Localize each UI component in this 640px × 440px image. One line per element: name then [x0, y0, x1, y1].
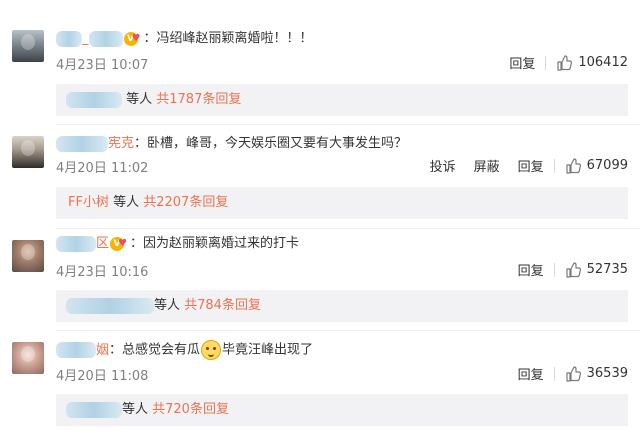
comment-item: 姻：总感觉会有瓜 毕竟汪峰出现了 4月20日 11:08 回复 36539 等人 … [0, 330, 640, 440]
comment-time: 4月23日 10:16 [56, 265, 149, 280]
divider [545, 55, 547, 70]
blurred-username [66, 297, 154, 314]
comment-text: 卧槽，峰哥，今天娱乐圈又要有大事发生吗？ [147, 136, 408, 151]
username[interactable]: 姻 [56, 342, 109, 358]
reply-username[interactable]: FF小树 [68, 195, 109, 210]
thumbs-up-icon [566, 365, 581, 382]
comment-text-continued: 毕竟汪峰出现了 [222, 342, 314, 358]
comment-actions: 回复 106412 [491, 53, 628, 72]
like-count: 67099 [586, 158, 628, 173]
like-button[interactable]: 52735 [565, 261, 628, 278]
comment-time: 4月20日 11:02 [56, 161, 149, 176]
like-count: 106412 [578, 55, 628, 70]
comment-text: 总感觉会有瓜 [122, 342, 201, 358]
view-replies-link[interactable]: 共784条回复 [184, 298, 261, 313]
comment-actions: 投诉 屏蔽 回复 67099 [412, 156, 628, 175]
reply-button[interactable]: 回复 [518, 364, 544, 383]
reply-button[interactable]: 回复 [518, 156, 544, 175]
reply-summary: 等人 共720条回复 [56, 394, 628, 426]
avatar[interactable] [12, 30, 44, 62]
reply-button[interactable]: 回复 [509, 53, 535, 72]
doge-emoji-icon [201, 340, 222, 360]
comment-actions: 回复 36539 [500, 364, 628, 383]
view-replies-link[interactable]: 共2207条回复 [143, 195, 228, 210]
username[interactable]: _ [56, 30, 123, 47]
username[interactable]: 宪克 [56, 135, 134, 152]
like-button[interactable]: 106412 [556, 54, 628, 71]
divider [553, 262, 555, 277]
comment-line: 姻：总感觉会有瓜 毕竟汪峰出现了 [56, 340, 313, 360]
like-count: 52735 [586, 262, 628, 277]
thumbs-up-icon [566, 157, 581, 174]
avatar[interactable] [12, 240, 44, 272]
reply-summary: 等人 共784条回复 [56, 290, 628, 322]
comment-item: _ V ♥ ：冯绍峰赵丽颖离婚啦！！！ 4月23日 10:07 回复 106412 等… [0, 0, 640, 116]
reply-button[interactable]: 回复 [518, 260, 544, 279]
avatar[interactable] [12, 136, 44, 168]
blurred-username [66, 91, 122, 108]
avatar[interactable] [12, 342, 44, 374]
reply-summary: 等人 共1787条回复 [56, 84, 628, 116]
comment-time: 4月23日 10:07 [56, 58, 149, 73]
comment-line: 区 V ♥ ：因为赵丽颖离婚过来的打卡 [56, 235, 299, 253]
comment-actions: 回复 52735 [500, 260, 628, 279]
verified-heart-badge-icon: V ♥ [123, 31, 142, 47]
comment-line: _ V ♥ ：冯绍峰赵丽颖离婚啦！！！ [56, 30, 313, 48]
comment-item: 宪克：卧槽，峰哥，今天娱乐圈又要有大事发生吗？ 4月20日 11:02 投诉 屏… [0, 124, 640, 234]
blurred-username [66, 401, 122, 418]
comment-time: 4月20日 11:08 [56, 369, 149, 384]
thumbs-up-icon [557, 54, 573, 71]
block-button[interactable]: 屏蔽 [474, 156, 500, 175]
comment-text: 因为赵丽颖离婚过来的打卡 [143, 236, 300, 251]
username[interactable]: 区 [56, 235, 109, 252]
comment-item: 区 V ♥ ：因为赵丽颖离婚过来的打卡 4月23日 10:16 回复 52735 等人… [0, 228, 640, 338]
comment-text: 冯绍峰赵丽颖离婚啦！！！ [156, 31, 313, 46]
verified-heart-badge-icon: V ♥ [110, 236, 128, 252]
report-button[interactable]: 投诉 [430, 156, 456, 175]
like-count: 36539 [586, 366, 628, 381]
like-button[interactable]: 36539 [565, 365, 628, 382]
thumbs-up-icon [566, 261, 581, 278]
reply-summary: FF小树 等人 共2207条回复 [56, 187, 628, 219]
like-button[interactable]: 67099 [565, 157, 628, 174]
divider [553, 158, 555, 173]
comment-line: 宪克：卧槽，峰哥，今天娱乐圈又要有大事发生吗？ [56, 135, 407, 153]
divider [553, 366, 555, 381]
view-replies-link[interactable]: 共720条回复 [152, 402, 229, 417]
view-replies-link[interactable]: 共1787条回复 [156, 92, 241, 107]
